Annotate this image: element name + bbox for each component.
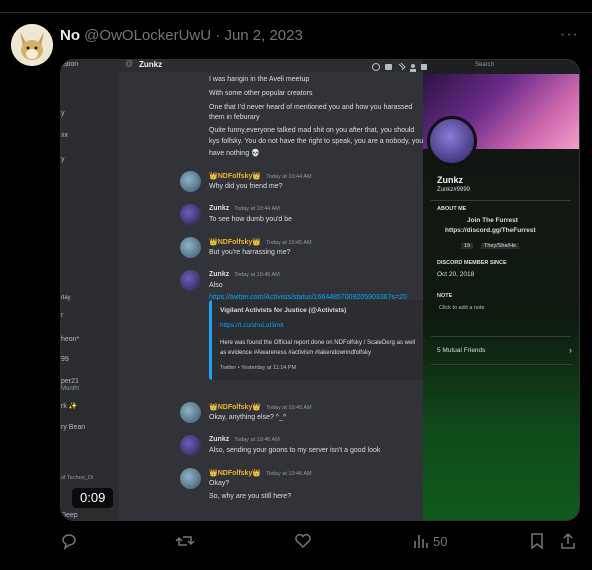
views-icon[interactable] (412, 532, 430, 550)
age-tag: 19 (461, 243, 474, 249)
tweet-date[interactable]: Jun 2, 2023 (224, 27, 302, 44)
channel-item: 99 (61, 356, 69, 363)
divider (431, 200, 571, 201)
about-heading: ABOUT ME (437, 206, 467, 212)
about-line: Join The Furrest (467, 217, 518, 224)
channel-item: of Techno_Oi (61, 475, 94, 481)
username[interactable]: 👑NDFolfsky👑 Today at 10:45 AM (209, 238, 312, 246)
username[interactable]: Zunkz Today at 10:45 AM (209, 271, 280, 278)
channel-item: day (61, 295, 71, 301)
message-line: I was hangin in the Aveli meetup (209, 76, 310, 83)
avatar[interactable] (180, 171, 201, 192)
avatar[interactable] (11, 24, 53, 66)
reply-icon[interactable] (60, 532, 78, 550)
video-timer: 0:09 (72, 488, 114, 508)
avatar[interactable] (180, 237, 201, 258)
action-bar (0, 532, 592, 554)
message-line: them in feburary (209, 114, 260, 121)
at-icon: @ (125, 59, 134, 68)
channel-item: ation (63, 61, 79, 68)
note-input[interactable]: Click to add a note (439, 305, 485, 311)
message-line: But you're harrassing me? (209, 249, 291, 256)
channel-title: Zunkz (139, 60, 163, 69)
channel-item: per21 (61, 378, 79, 385)
channel-item: Month! (61, 386, 80, 392)
profile-name: Zunkz (437, 175, 463, 185)
invite-link[interactable]: https://discord.gg/TheFurrest (445, 227, 536, 234)
embed-footer: Twitter • Yesterday at 11:14 PM (220, 365, 297, 371)
message-line: Okay? (209, 480, 230, 487)
avatar[interactable] (180, 204, 201, 225)
message-line: have nothing 💀 (209, 150, 260, 157)
more-icon[interactable]: ··· (560, 26, 579, 44)
share-icon[interactable] (560, 532, 576, 550)
channel-item: rk ✨ (61, 403, 78, 410)
display-name[interactable]: No (60, 27, 80, 44)
discord-channel-list: ation y xx y day r heon* 99 per21 Month!… (61, 60, 119, 520)
message-line: Quite funny,everyone talked mad shit on … (209, 127, 415, 134)
embed-body: Here was found the Official report done … (220, 340, 415, 346)
message-line: Why did you friend me? (209, 183, 283, 190)
divider (431, 364, 571, 365)
bookmark-icon[interactable] (529, 532, 545, 550)
member-since-date: Oct 20, 2018 (437, 271, 475, 278)
retweet-icon[interactable] (175, 532, 195, 550)
tweet-header: No @OwOLockerUwU · Jun 2, 2023 (60, 27, 303, 44)
handle[interactable]: @OwOLockerUwU (84, 27, 211, 44)
embed-body: as evidence #Awareness #activism #takend… (220, 350, 371, 356)
channel-item: y (61, 156, 65, 163)
divider (0, 12, 592, 13)
username[interactable]: Zunkz Today at 10:44 AM (209, 205, 280, 212)
username[interactable]: 👑NDFolfsky👑 Today at 10:44 AM (209, 172, 312, 180)
message-line: Also, sending your goons to my server is… (209, 447, 381, 454)
channel-item: y (61, 110, 65, 117)
username[interactable]: 👑NDFolfsky👑 Today at 10:45 AM (209, 403, 312, 411)
message-line: With some other popular creators (209, 90, 313, 97)
avatar[interactable] (180, 270, 201, 291)
pronouns-tag: They/She/He (481, 243, 520, 249)
avatar[interactable] (180, 402, 201, 423)
avatar[interactable] (180, 468, 201, 489)
profile-avatar[interactable] (427, 116, 477, 166)
username[interactable]: 👑NDFolfsky👑 Today at 10:46 AM (209, 469, 312, 477)
embed-title[interactable]: Vigilant Activists for Justice (@Activis… (220, 307, 346, 314)
mutual-friends[interactable]: 5 Mutual Friends (437, 347, 485, 354)
channel-item: xx (61, 132, 68, 139)
embed-link[interactable]: https://t.co/shoLoI3mll (220, 322, 283, 329)
divider (431, 336, 571, 337)
search-input[interactable]: Search (472, 60, 546, 70)
link-embed[interactable]: Vigilant Activists for Justice (@Activis… (209, 300, 450, 380)
profile-tag: Zunkz#9999 (437, 187, 471, 193)
message-line: kys folfsky. You do not have the right t… (209, 138, 424, 145)
channel-item: ry Bean (61, 424, 86, 431)
chevron-right-icon[interactable]: › (569, 345, 572, 355)
message-line: Also (209, 282, 223, 289)
separator: · (215, 27, 221, 44)
discord-chat: @ Zunkz I was hangin in the Aveli meetup… (119, 59, 475, 520)
note-heading: NOTE (437, 293, 453, 299)
username[interactable]: Zunkz Today at 10:46 AM (209, 436, 280, 443)
avatar[interactable] (180, 435, 201, 456)
channel-item: r (61, 312, 64, 319)
message-line: One that I'd never heard of mentioned yo… (209, 104, 413, 111)
channel-item: Deep (61, 512, 78, 519)
message-line: So, why are you still here? (209, 493, 292, 500)
member-since-heading: DISCORD MEMBER SINCE (437, 260, 507, 266)
message-line: To see how dumb you'd be (209, 216, 293, 223)
channel-item: heon* (61, 336, 80, 343)
video-player[interactable]: ation y xx y day r heon* 99 per21 Month!… (60, 59, 580, 521)
message-line: Okay, anything else? ^_^ (209, 414, 287, 421)
like-icon[interactable] (294, 532, 312, 550)
views-count: 50 (433, 534, 448, 549)
toolbar-icons (371, 60, 428, 72)
profile-panel: Zunkz Zunkz#9999 ABOUT ME Join The Furre… (423, 74, 579, 520)
